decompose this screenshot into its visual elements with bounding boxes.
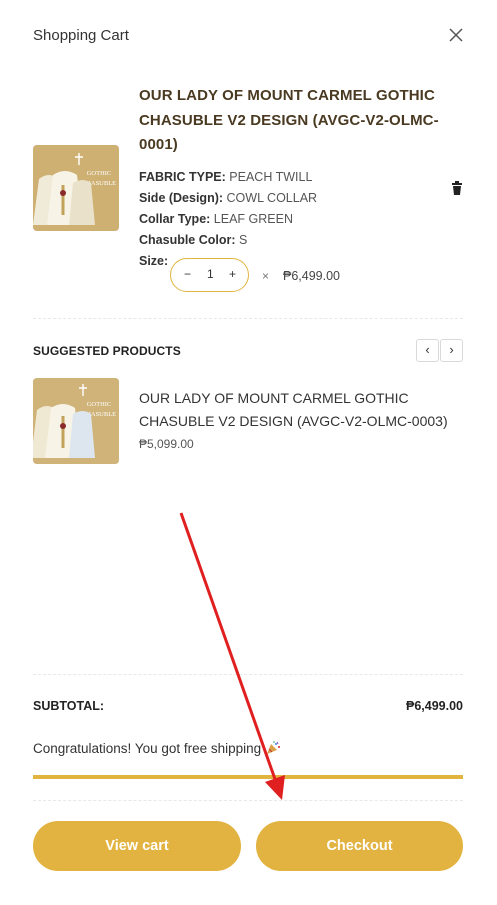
product-thumbnail[interactable]: GOTHIC CHASUBLE xyxy=(33,145,119,231)
color-value: S xyxy=(239,233,248,247)
suggested-product: GOTHIC CHASUBLE OUR LADY OF MOUNT CARMEL… xyxy=(33,378,463,464)
suggested-product-price: ₱5,099.00 xyxy=(139,437,194,451)
color-label: Chasuble Color: xyxy=(139,233,236,247)
quantity-value[interactable]: 1 xyxy=(207,267,214,281)
cart-item: GOTHIC CHASUBLE OUR LADY OF MOUNT CARMEL… xyxy=(33,84,463,299)
suggested-product-name[interactable]: OUR LADY OF MOUNT CARMEL GOTHIC CHASUBLE… xyxy=(139,387,459,433)
times-symbol: × xyxy=(262,269,270,283)
sugg-thumb-text-gothic: GOTHIC xyxy=(87,401,112,408)
thumb-text-gothic: GOTHIC xyxy=(87,170,112,177)
free-shipping-progress-bar xyxy=(33,775,463,779)
divider xyxy=(33,674,463,675)
collar-label: Collar Type: xyxy=(139,212,211,226)
side-value: COWL COLLAR xyxy=(226,191,318,205)
size-label: Size: xyxy=(139,254,169,268)
cart-item-title[interactable]: OUR LADY OF MOUNT CARMEL GOTHIC CHASUBLE… xyxy=(139,84,439,158)
divider xyxy=(33,318,463,319)
suggested-next-button[interactable]: › xyxy=(440,339,463,362)
suggested-products-heading: SUGGESTED PRODUCTS xyxy=(33,344,181,358)
fabric-value: PEACH TWILL xyxy=(229,170,313,184)
cart-title: Shopping Cart xyxy=(33,27,129,44)
divider xyxy=(33,800,463,801)
quantity-decrease-button[interactable]: − xyxy=(184,267,191,281)
quantity-increase-button[interactable]: + xyxy=(229,267,236,281)
trash-icon[interactable] xyxy=(451,181,463,195)
quantity-stepper: − 1 + xyxy=(170,258,249,292)
checkout-button[interactable]: Checkout xyxy=(256,821,463,871)
cart-item-variations: FABRIC TYPE: PEACH TWILL Side (Design): … xyxy=(139,167,317,272)
close-icon[interactable] xyxy=(446,24,466,46)
fabric-label: FABRIC TYPE: xyxy=(139,170,226,184)
suggested-product-thumbnail[interactable]: GOTHIC CHASUBLE xyxy=(33,378,119,464)
suggested-prev-button[interactable]: ‹ xyxy=(416,339,439,362)
free-shipping-progress-fill xyxy=(33,775,463,779)
cart-header: Shopping Cart xyxy=(33,24,464,48)
subtotal-label: SUBTOTAL: xyxy=(33,699,105,713)
subtotal-value: ₱6,499.00 xyxy=(406,699,463,713)
side-label: Side (Design): xyxy=(139,191,224,205)
view-cart-button[interactable]: View cart xyxy=(33,821,241,871)
party-popper-icon xyxy=(267,741,281,754)
free-shipping-message: Congratulations! You got free shipping xyxy=(33,741,281,756)
collar-value: LEAF GREEN xyxy=(213,212,293,226)
free-shipping-text: Congratulations! You got free shipping xyxy=(33,741,262,756)
cart-item-price: ₱6,499.00 xyxy=(283,269,340,283)
